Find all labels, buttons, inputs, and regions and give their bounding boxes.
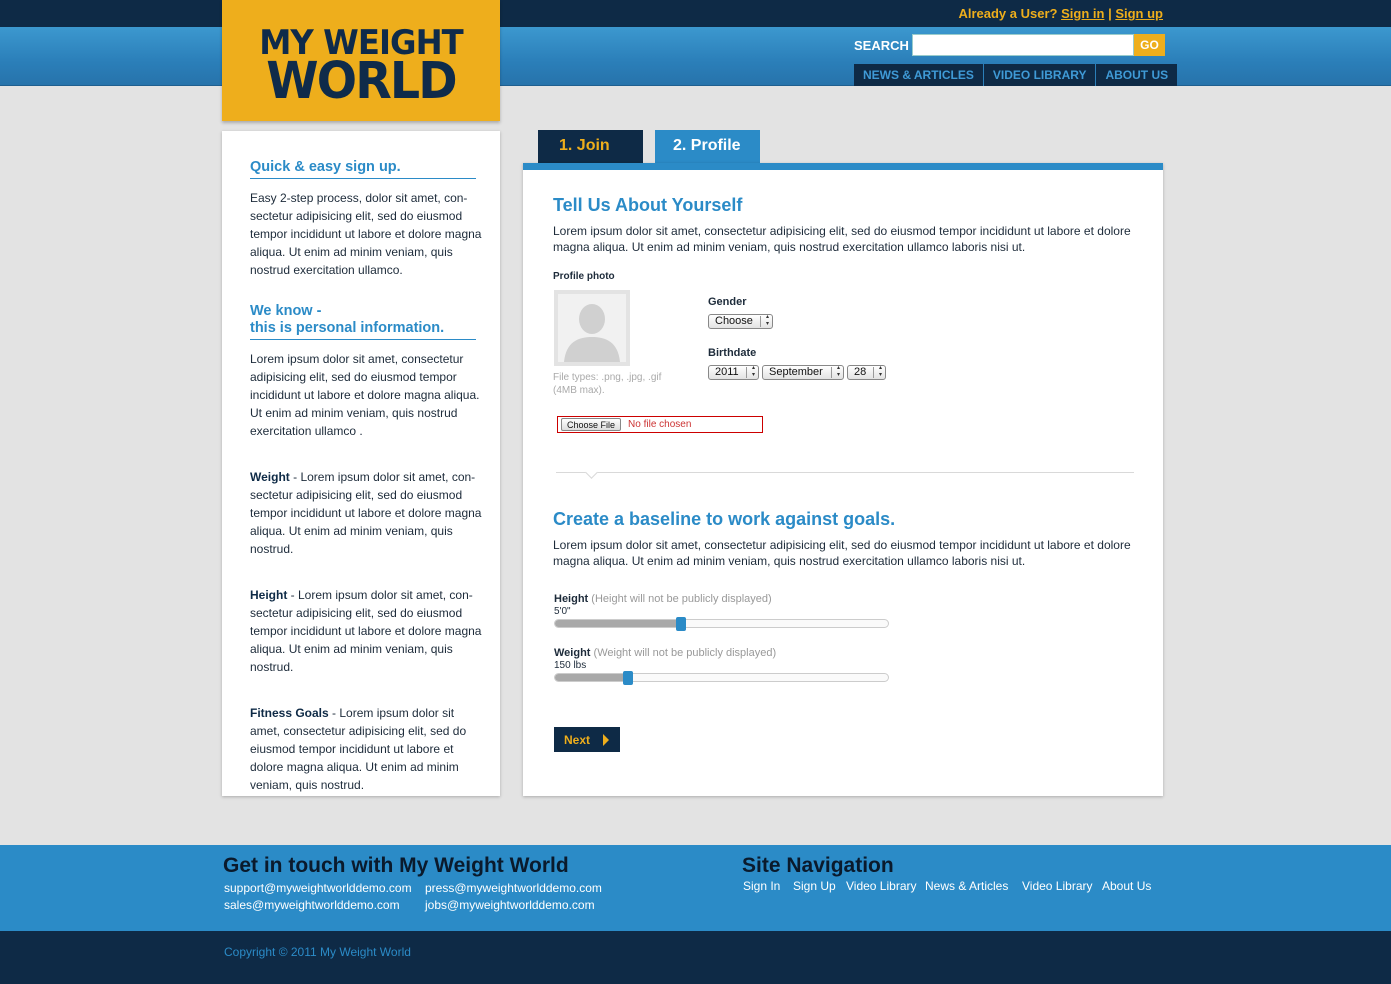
sidebar-personal-text: Lorem ipsum dolor sit amet, consectetur …	[250, 352, 480, 438]
account-links: Already a User? Sign in | Sign up	[958, 6, 1163, 21]
file-status: No file chosen	[628, 419, 692, 430]
weight-slider-thumb[interactable]	[622, 671, 633, 685]
birthdate-label: Birthdate	[708, 347, 757, 359]
site-logo[interactable]: MY WEIGHT WORLD	[222, 0, 500, 121]
sign-up-link[interactable]: Sign up	[1115, 6, 1163, 21]
tab-join[interactable]: 1. Join	[538, 130, 643, 163]
sidebar-goals-text: Fitness Goals - Lorem ipsum dolor sit am…	[250, 704, 484, 794]
sidebar-signup-text: Easy 2-step process, dolor sit amet, con…	[250, 191, 482, 277]
tab-profile[interactable]: 2. Profile	[655, 130, 760, 163]
section-heading-baseline: Create a baseline to work against goals.	[553, 509, 896, 529]
height-slider-label: Height (Height will not be publicly disp…	[554, 593, 772, 605]
height-term: Height	[250, 588, 288, 602]
goals-term: Fitness Goals	[250, 706, 329, 720]
copyright: Copyright © 2011 My Weight World	[224, 945, 411, 959]
header-bar	[0, 27, 1391, 86]
weight-value: 150 lbs	[554, 660, 587, 671]
next-button[interactable]: Next	[554, 727, 620, 752]
photo-file-input[interactable]: Choose File No file chosen	[557, 416, 763, 433]
birth-month-select[interactable]: September	[762, 365, 844, 380]
section-divider	[556, 472, 1134, 473]
section-heading-about: Tell Us About Yourself	[553, 195, 743, 215]
footer-link-sign-in[interactable]: Sign In	[743, 879, 780, 893]
profile-photo-label: Profile photo	[553, 271, 615, 282]
file-types-hint: File types: .png, .jpg, .gif (4MB max).	[553, 372, 662, 396]
height-value: 5'0"	[554, 606, 571, 617]
user-silhouette-icon	[564, 304, 620, 362]
gender-label: Gender	[708, 296, 747, 308]
nav-news-articles[interactable]: NEWS & ARTICLES	[854, 64, 984, 86]
sidebar-heading-personal-line1: We know -	[250, 303, 322, 319]
baseline-intro-text: Lorem ipsum dolor sit amet, consectetur …	[553, 538, 1131, 568]
birth-day-value: 28	[854, 366, 867, 378]
sidebar-heading-signup: Quick & easy sign up.	[250, 159, 476, 179]
footer-link-video-library[interactable]: Video Library	[846, 879, 917, 893]
footer: Get in touch with My Weight World suppor…	[0, 845, 1391, 931]
search-go-button[interactable]: GO	[1134, 34, 1165, 56]
nav-about-us[interactable]: ABOUT US	[1096, 64, 1177, 86]
already-user-text: Already a User?	[958, 6, 1058, 21]
footer-nav-heading: Site Navigation	[742, 854, 894, 877]
separator: |	[1108, 6, 1112, 21]
birth-day-select[interactable]: 28	[847, 365, 886, 380]
footer-link-sign-up[interactable]: Sign Up	[793, 879, 836, 893]
footer-link-video-library-2[interactable]: Video Library	[1022, 879, 1093, 893]
email-support-link[interactable]: support@myweightworlddemo.com	[224, 881, 412, 895]
divider-notch	[585, 466, 598, 479]
choose-file-button[interactable]: Choose File	[561, 418, 622, 431]
gender-select[interactable]: Choose	[708, 314, 773, 329]
height-slider-thumb[interactable]	[676, 617, 687, 631]
weight-slider-label: Weight (Weight will not be publicly disp…	[554, 647, 776, 659]
avatar-placeholder	[554, 290, 630, 366]
email-press-link[interactable]: press@myweightworlddemo.com	[425, 881, 602, 895]
birth-year-value: 2011	[715, 366, 739, 378]
search-input[interactable]	[912, 34, 1134, 56]
logo-line2: WORLD	[266, 52, 457, 111]
profile-form-panel: Tell Us About Yourself Lorem ipsum dolor…	[523, 163, 1163, 796]
weight-slider-track[interactable]	[554, 673, 889, 682]
bottom-bar: Copyright © 2011 My Weight World	[0, 931, 1391, 984]
height-slider-fill	[555, 620, 682, 627]
footer-link-about-us[interactable]: About Us	[1102, 879, 1151, 893]
footer-link-news-articles[interactable]: News & Articles	[925, 879, 1008, 893]
height-slider-track[interactable]	[554, 619, 889, 628]
height-note: (Height will not be publicly displayed)	[591, 593, 772, 605]
sidebar-height-text: Height - Lorem ipsum dolor sit amet, con…	[250, 586, 484, 676]
arrow-right-icon	[603, 734, 609, 746]
email-jobs-link[interactable]: jobs@myweightworlddemo.com	[425, 898, 595, 912]
search-label: SEARCH	[854, 38, 909, 53]
sidebar-heading-personal: We know - this is personal information.	[250, 303, 476, 340]
footer-contact-heading: Get in touch with My Weight World	[223, 854, 569, 877]
birth-month-value: September	[769, 366, 823, 378]
sidebar-heading-personal-line2: this is personal information.	[250, 320, 445, 336]
top-bar	[0, 0, 1391, 27]
nav-video-library[interactable]: VIDEO LIBRARY	[984, 64, 1097, 86]
weight-note: (Weight will not be publicly displayed)	[593, 647, 777, 659]
height-label: Height	[554, 593, 589, 605]
birth-year-select[interactable]: 2011	[708, 365, 759, 380]
sign-in-link[interactable]: Sign in	[1061, 6, 1104, 21]
weight-term: Weight	[250, 470, 290, 484]
top-nav: NEWS & ARTICLES VIDEO LIBRARY ABOUT US	[854, 64, 1178, 86]
sidebar-weight-text: Weight - Lorem ipsum dolor sit amet, con…	[250, 468, 484, 558]
about-intro-text: Lorem ipsum dolor sit amet, consectetur …	[553, 224, 1131, 254]
weight-label: Weight	[554, 647, 591, 659]
email-sales-link[interactable]: sales@myweightworlddemo.com	[224, 898, 400, 912]
next-label: Next	[564, 732, 591, 747]
weight-slider-fill	[555, 674, 629, 681]
sidebar: Quick & easy sign up. Easy 2-step proces…	[222, 131, 500, 796]
gender-select-value: Choose	[715, 315, 753, 327]
